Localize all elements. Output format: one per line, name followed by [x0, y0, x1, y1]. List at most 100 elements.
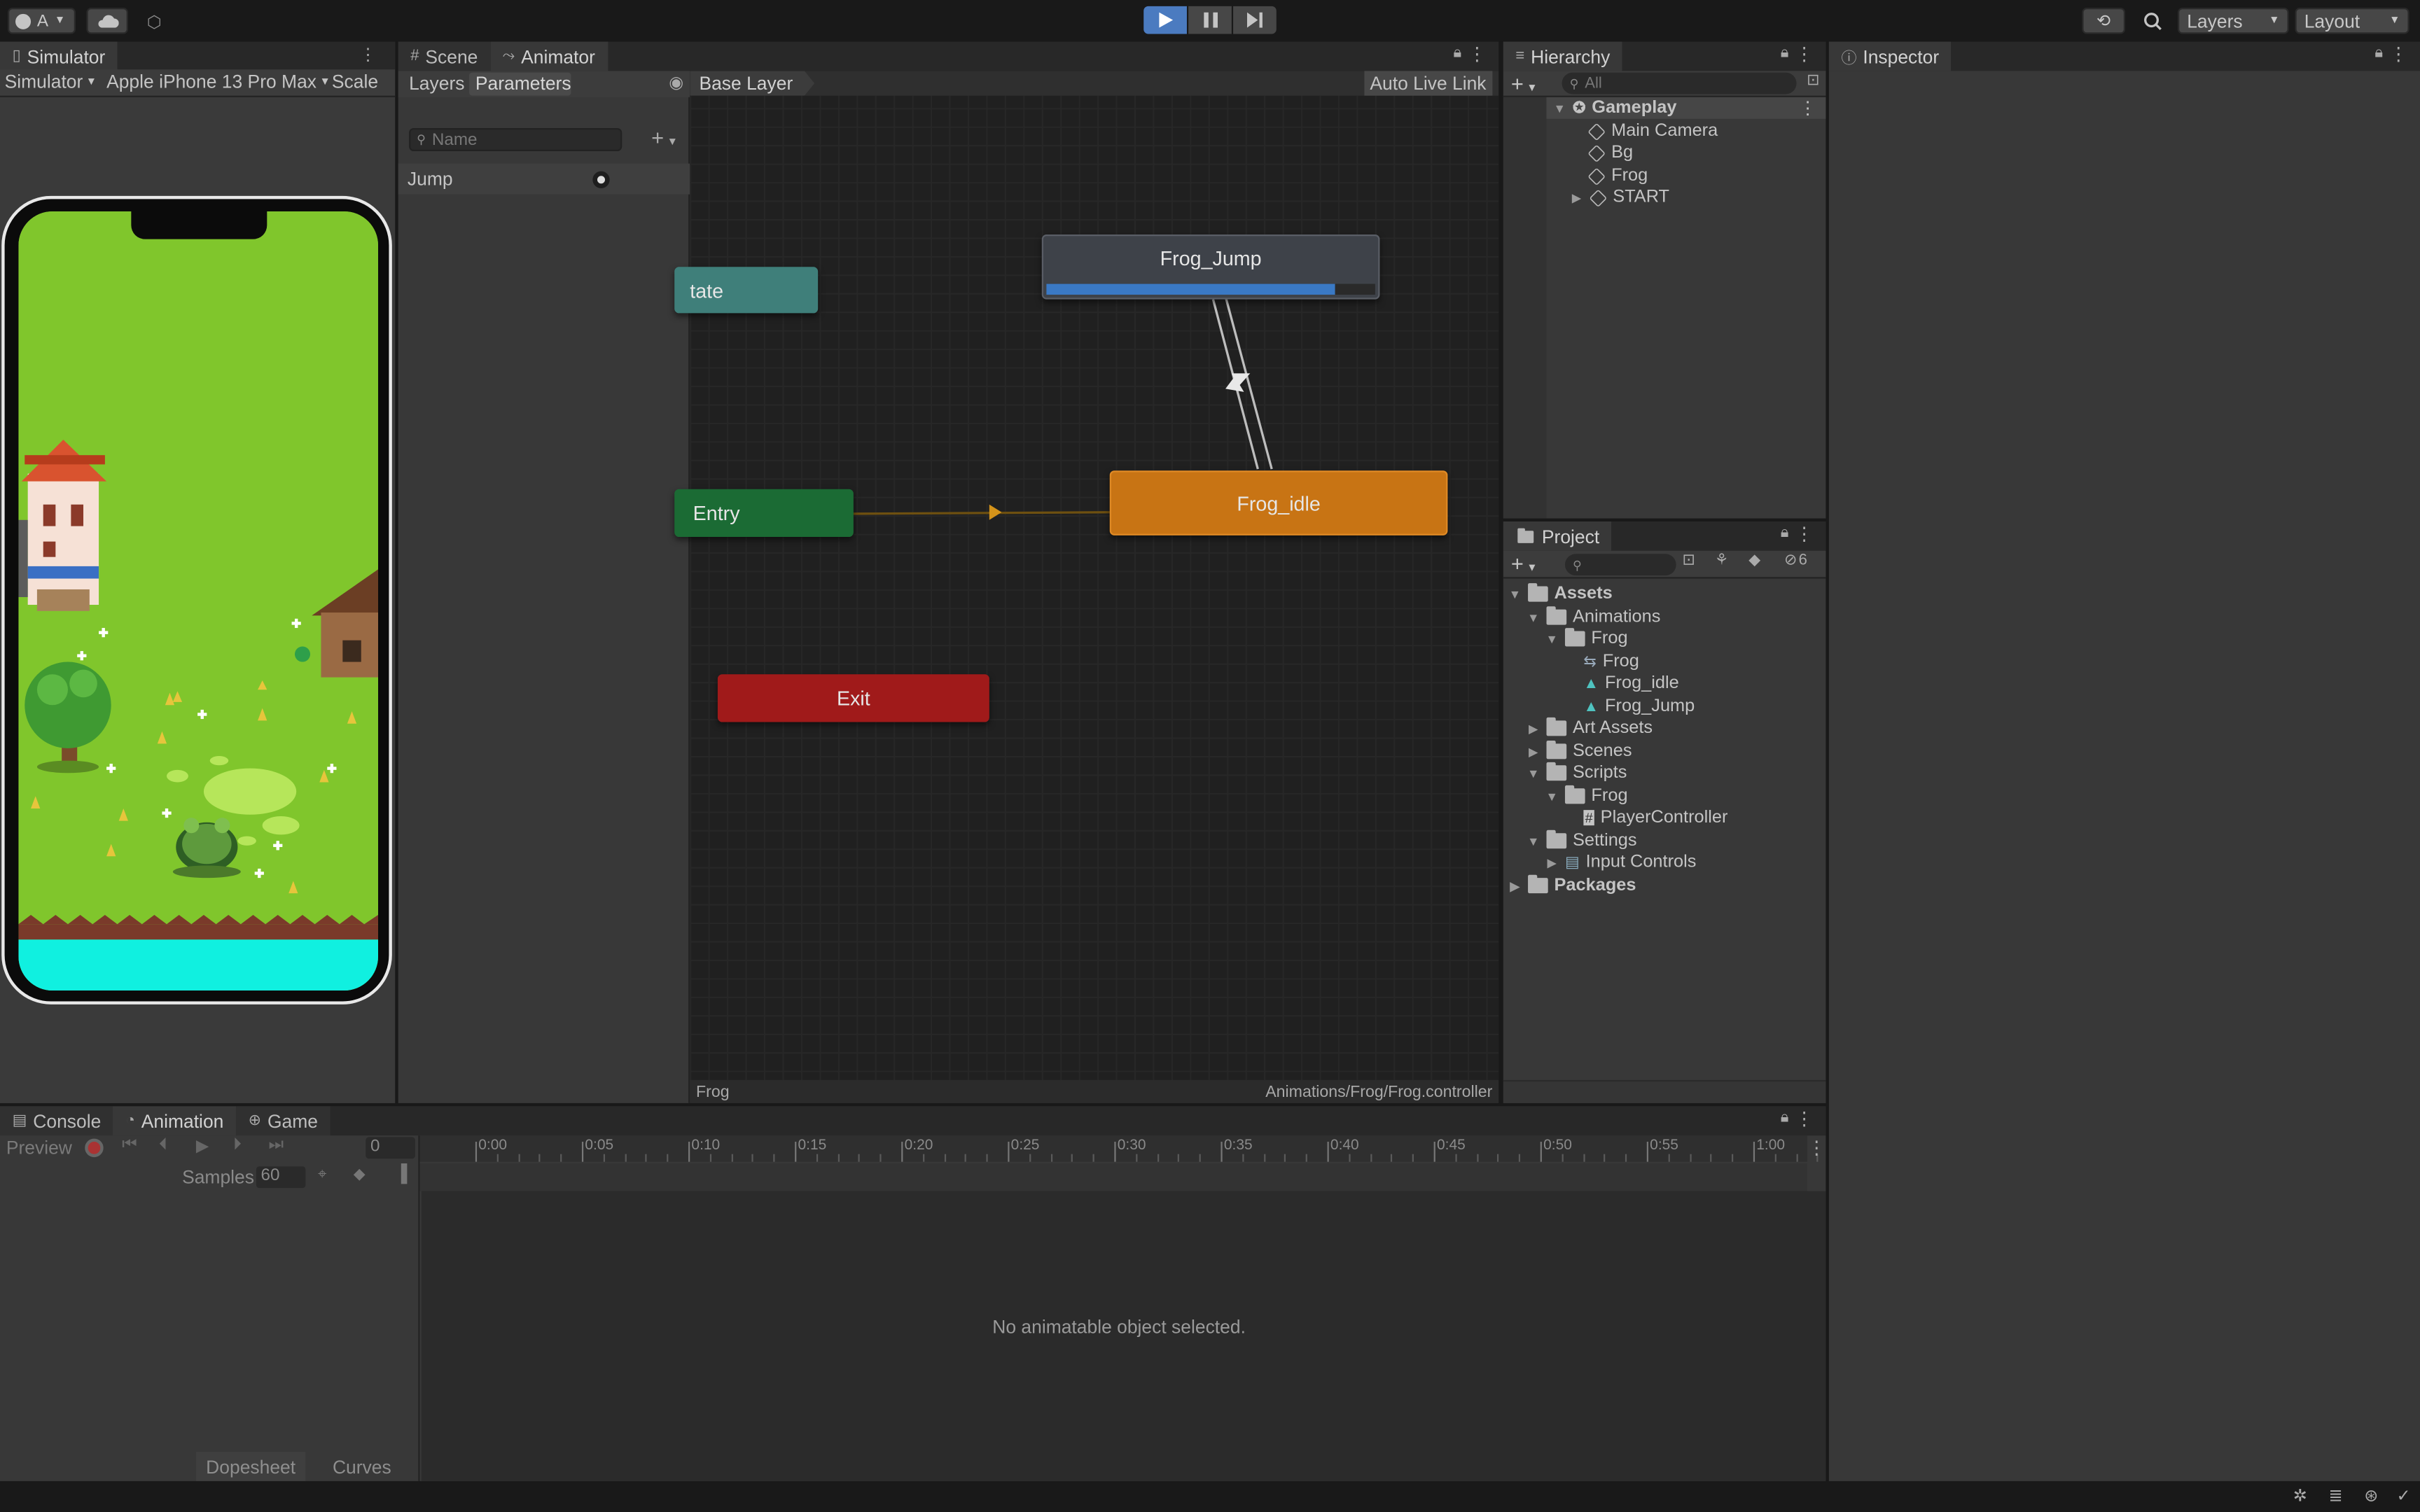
preview-toggle[interactable]: Preview [6, 1137, 72, 1158]
project-tree-item[interactable]: # PlayerController [1583, 807, 1727, 829]
database-icon[interactable]: ≣ [2329, 1486, 2343, 1506]
collab-icon[interactable]: ⬡ [139, 9, 169, 34]
project-tree-item[interactable]: ▼ Frog [1545, 628, 1628, 650]
lock-icon[interactable]: 🔒︎ [1781, 1110, 1789, 1126]
account-button[interactable]: A ▼ [8, 8, 76, 34]
project-tree-item[interactable]: ⇆ Frog [1583, 651, 1639, 673]
cloud-button[interactable] [86, 8, 128, 34]
trigger-radio[interactable] [592, 170, 610, 188]
tab-game[interactable]: ⊕ Game [236, 1106, 331, 1136]
fold-open-icon[interactable]: ▼ [1508, 587, 1522, 601]
lock-icon[interactable]: 🔒︎ [1781, 45, 1789, 62]
play-button[interactable] [1143, 6, 1187, 34]
curves-tab[interactable]: Curves [307, 1452, 417, 1481]
add-key-icon[interactable]: ◆ [354, 1166, 366, 1183]
project-tree-item[interactable]: ▲ Frog_idle [1583, 673, 1678, 694]
tab-scene[interactable]: # Scene [398, 41, 491, 71]
scale-label[interactable]: Scale [332, 71, 378, 92]
hierarchy-item[interactable]: Main Camera [1587, 120, 1718, 142]
tab-layers[interactable]: Layers [403, 73, 468, 96]
kebab-menu-icon[interactable]: ⋮ [360, 45, 386, 64]
bug-icon[interactable]: ✲ [2293, 1486, 2307, 1506]
check-circle-icon[interactable]: ✓ [2396, 1486, 2410, 1506]
search-button[interactable] [2134, 8, 2171, 34]
simulator-mode-dropdown[interactable]: Simulator ▼ [5, 71, 97, 92]
hierarchy-item[interactable]: ▶ START [1570, 187, 1669, 209]
create-button[interactable]: + ▼ [1511, 71, 1538, 95]
step-button[interactable] [1233, 6, 1277, 34]
kebab-menu-icon[interactable]: ⋮ [1795, 1108, 1813, 1130]
next-keyframe-icon[interactable]: ⏵ [233, 1135, 242, 1156]
dopesheet-tab[interactable]: Dopesheet [195, 1452, 306, 1481]
project-tree-item[interactable]: ▶ Scenes [1527, 740, 1632, 762]
fold-open-icon[interactable]: ▼ [1552, 101, 1566, 115]
fold-open-icon[interactable]: ▼ [1527, 834, 1541, 848]
undo-history-button[interactable]: ⟲ [2082, 8, 2126, 34]
eye-icon[interactable]: ◉ [669, 73, 683, 92]
parameter-search-input[interactable]: ⚲ Name [409, 127, 623, 152]
scene-row-gameplay[interactable]: ▼ ✪ Gameplay ⋮ [1546, 97, 1826, 119]
project-tree-item[interactable]: ▼ Animations [1527, 606, 1660, 628]
state-node-exit[interactable]: Exit [717, 674, 989, 722]
tab-hierarchy[interactable]: ≡ Hierarchy [1503, 41, 1622, 71]
prev-keyframe-icon[interactable]: ⏴ [159, 1135, 167, 1156]
kebab-menu-icon[interactable]: ⋮ [1807, 1137, 1826, 1158]
fold-open-icon[interactable]: ▼ [1527, 766, 1541, 780]
state-node-entry[interactable]: Entry [674, 489, 854, 538]
state-node-frog-jump[interactable]: Frog_Jump [1041, 234, 1380, 300]
tab-parameters[interactable]: Parameters [469, 72, 571, 96]
hidden-packages-toggle[interactable]: ⊘ 6 [1784, 552, 1807, 569]
tab-project[interactable]: Project [1503, 521, 1612, 551]
project-tree-item[interactable]: ▲ Frog_Jump [1583, 696, 1695, 718]
hierarchy-search-input[interactable]: ⚲ All [1562, 72, 1797, 94]
kebab-menu-icon[interactable]: ⋮ [2389, 43, 2407, 65]
layout-dropdown[interactable]: Layout ▼ [2295, 8, 2409, 34]
frame-input[interactable]: 0 [366, 1137, 415, 1159]
kebab-menu-icon[interactable]: ⋮ [1795, 523, 1813, 545]
network-icon[interactable]: ⊛ [2364, 1486, 2378, 1506]
state-node-frog-idle[interactable]: Frog_idle [1109, 470, 1448, 536]
project-search-input[interactable]: ⚲ [1564, 554, 1676, 576]
lock-icon[interactable]: 🔒︎ [1781, 524, 1789, 541]
parameter-row-jump[interactable]: Jump [398, 163, 690, 195]
lock-icon[interactable]: 🔒︎ [2374, 45, 2383, 62]
project-tree-item[interactable]: ▶ ▤ Input Controls [1545, 852, 1696, 874]
play-icon[interactable]: ▶ [196, 1135, 209, 1155]
create-button[interactable]: + ▼ [1511, 551, 1538, 575]
search-options-icon[interactable]: ⊡ [1807, 73, 1819, 90]
tab-animator[interactable]: ⤳ Animator [490, 41, 608, 71]
add-event-icon[interactable]: ▐ [395, 1165, 407, 1183]
lock-icon[interactable]: 🔒︎ [1454, 45, 1462, 62]
fold-closed-icon[interactable]: ▶ [1570, 190, 1584, 204]
record-icon[interactable] [85, 1138, 104, 1158]
fold-open-icon[interactable]: ▼ [1545, 789, 1559, 803]
project-tree-item[interactable]: ▼ Frog [1545, 785, 1628, 807]
layers-dropdown[interactable]: Layers ▼ [2177, 8, 2289, 34]
fold-closed-icon[interactable]: ▶ [1527, 721, 1541, 735]
timeline-ruler[interactable]: 0:00 0:05 0:10 0:15 0:20 0:25 0:30 0:35 0:40 0:45… [419, 1135, 1819, 1162]
fold-closed-icon[interactable]: ▶ [1508, 878, 1522, 892]
project-tree-item[interactable]: ▼ Assets [1508, 583, 1613, 605]
project-tree-item[interactable]: ▶ Art Assets [1527, 717, 1653, 739]
game-view-screen[interactable] [18, 211, 379, 991]
project-tree-item[interactable]: ▶ Packages [1508, 874, 1636, 897]
tab-simulator[interactable]: ▯ Simulator [0, 41, 118, 71]
timeline-ruler-scrollbar[interactable] [419, 1163, 1808, 1191]
kebab-menu-icon[interactable]: ⋮ [1799, 97, 1816, 118]
fold-open-icon[interactable]: ▼ [1545, 632, 1559, 646]
animator-graph[interactable]: Base Layer Auto Live Link tate Entry Exi… [674, 71, 1499, 1103]
fold-open-icon[interactable]: ▼ [1527, 610, 1541, 624]
add-keyframe-icon[interactable]: ⌖ [318, 1166, 326, 1183]
add-parameter-button[interactable]: + ▼ [651, 125, 678, 150]
filter-by-type-icon[interactable]: ⚘ [1715, 552, 1729, 569]
project-tree-item[interactable]: ▼ Settings [1527, 830, 1637, 852]
hierarchy-item[interactable]: Bg [1587, 142, 1633, 164]
first-keyframe-icon[interactable]: ⏮ [122, 1135, 137, 1156]
kebab-menu-icon[interactable]: ⋮ [1795, 43, 1813, 65]
tab-animation[interactable]: ◔ Animation [113, 1106, 237, 1136]
samples-input[interactable]: 60 [256, 1166, 306, 1189]
tab-console[interactable]: ▤ Console [0, 1106, 113, 1136]
device-dropdown[interactable]: Apple iPhone 13 Pro Max ▼ [106, 71, 331, 92]
search-by-type-icon[interactable]: ⊡ [1682, 552, 1695, 569]
last-keyframe-icon[interactable]: ⏭ [269, 1135, 284, 1156]
